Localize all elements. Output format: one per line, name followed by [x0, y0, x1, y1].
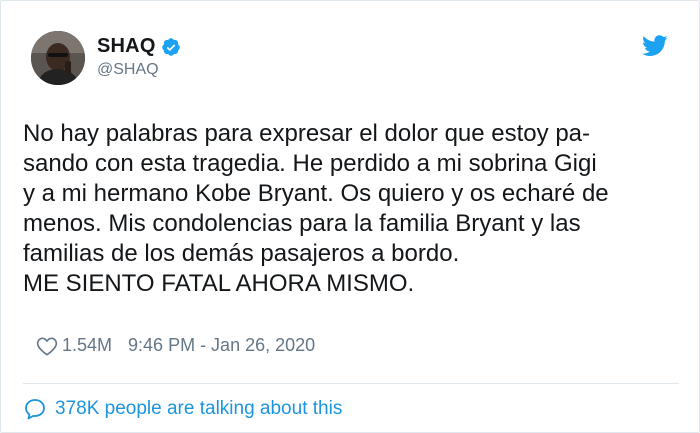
people-talking-link[interactable]: 378K people are talking about this [23, 397, 342, 421]
author-name-row: SHAQ [97, 35, 181, 58]
tweet-line: familias de los demás pasajeros a bordo. [23, 240, 460, 267]
display-name[interactable]: SHAQ [97, 35, 156, 58]
tweet-meta: 1.54M 9:46 PM - Jan 26, 2020 [36, 335, 315, 356]
tweet-text: No hay palabras para expresar el dolor q… [23, 119, 695, 299]
speech-bubble-icon [23, 397, 47, 421]
avatar[interactable] [31, 31, 85, 85]
tweet-line: menos. Mis condolencias para la familia … [23, 210, 581, 237]
tweet-line: No hay palabras para expresar el dolor q… [23, 120, 590, 147]
tweet-line: y a mi hermano Kobe Bryant. Os quiero y … [23, 180, 609, 207]
like-count[interactable]: 1.54M [62, 335, 112, 356]
tweet-line: sando con esta tragedia. He perdido a mi… [23, 150, 597, 177]
heart-icon[interactable] [36, 336, 58, 356]
verified-badge-icon [161, 37, 181, 57]
twitter-bird-icon[interactable] [642, 35, 668, 57]
avatar-photo [31, 31, 85, 85]
tweet-card: SHAQ @SHAQ No hay palabras para expresar… [0, 0, 700, 433]
divider [23, 383, 679, 384]
tweet-line: ME SIENTO FATAL AHORA MISMO. [23, 270, 415, 297]
tweet-timestamp[interactable]: 9:46 PM - Jan 26, 2020 [128, 335, 315, 356]
user-handle[interactable]: @SHAQ [97, 61, 159, 79]
people-talking-label[interactable]: 378K people are talking about this [55, 398, 342, 420]
